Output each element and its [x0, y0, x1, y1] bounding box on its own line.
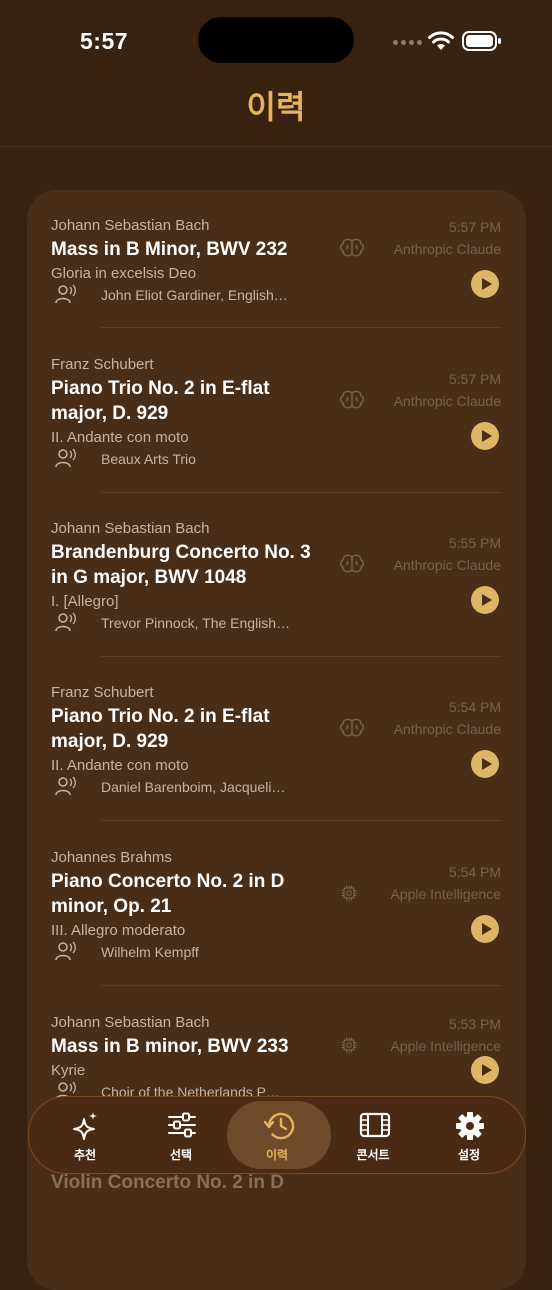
tab-label: 이력 [265, 1148, 289, 1162]
ai-model-label: Anthropic Claude [393, 241, 501, 257]
status-bar: 5:57 [0, 0, 552, 80]
work-title: Brandenburg Concerto No. 3 in G major, B… [51, 542, 311, 588]
play-button[interactable] [471, 270, 499, 298]
performer-icon [55, 448, 76, 468]
composer-name: Johann Sebastian Bach [51, 1014, 210, 1031]
movement-name: Gloria in excelsis Deo [51, 265, 197, 282]
work-title: Piano Trio No. 2 in E-flat major, D. 929 [51, 378, 270, 424]
gear-icon [456, 1112, 484, 1140]
sparkles-icon [73, 1112, 97, 1140]
performer-icon [55, 776, 76, 796]
play-button[interactable] [471, 422, 499, 450]
ai-model-label: Apple Intelligence [390, 1038, 501, 1054]
page-header: 이력 [0, 80, 552, 147]
ai-model-label: Apple Intelligence [390, 886, 501, 902]
cellular-signal-icon [393, 40, 422, 48]
divider [100, 656, 502, 657]
battery-icon [462, 31, 501, 51]
work-title: Piano Trio No. 2 in E-flat major, D. 929 [51, 706, 270, 752]
tab-label: 설정 [457, 1148, 481, 1162]
history-icon [263, 1112, 295, 1140]
tab-label: 콘서트 [356, 1148, 390, 1162]
brain-icon [340, 554, 364, 573]
brain-icon [340, 718, 364, 737]
work-title: Violin Concerto No. 2 in D [51, 1172, 284, 1193]
ai-model-label: Anthropic Claude [393, 557, 501, 573]
performer-name: Daniel Barenboim, Jacqueli… [101, 779, 286, 795]
play-button[interactable] [471, 586, 499, 614]
played-time: 5:54 PM [448, 699, 501, 715]
movement-name: II. Andante con moto [51, 757, 189, 774]
movement-name: III. Allegro moderato [51, 922, 186, 939]
tab-history[interactable]: 이력 [227, 1097, 331, 1173]
performer-icon [55, 284, 76, 304]
ai-model-label: Anthropic Claude [393, 393, 501, 409]
composer-name: Franz Schubert [51, 356, 154, 373]
tab-concert[interactable]: 콘서트 [325, 1097, 421, 1173]
divider [100, 327, 502, 328]
divider [100, 492, 502, 493]
brain-icon [340, 238, 364, 257]
performer-icon [55, 941, 76, 961]
tab-recommend[interactable]: 추천 [37, 1097, 133, 1173]
work-title: Piano Concerto No. 2 in D minor, Op. 21 [51, 871, 285, 917]
sliders-icon [168, 1112, 196, 1138]
played-time: 5:55 PM [448, 535, 501, 551]
wifi-icon [428, 31, 454, 50]
movement-name: I. [Allegro] [51, 593, 119, 610]
played-time: 5:53 PM [448, 1016, 501, 1032]
tab-bar: 추천 선택 이력 콘서트 설정 [28, 1096, 526, 1174]
tab-label: 선택 [169, 1148, 193, 1162]
tab-label: 추천 [73, 1148, 97, 1162]
composer-name: Johann Sebastian Bach [51, 217, 210, 234]
composer-name: Franz Schubert [51, 684, 154, 701]
performer-name: Beaux Arts Trio [101, 451, 196, 467]
performer-icon [55, 612, 76, 632]
ai-model-label: Anthropic Claude [393, 721, 501, 737]
played-time: 5:54 PM [448, 864, 501, 880]
play-button[interactable] [471, 750, 499, 778]
played-time: 5:57 PM [448, 371, 501, 387]
movement-name: Kyrie [51, 1062, 86, 1079]
film-icon [359, 1112, 391, 1138]
tab-settings[interactable]: 설정 [421, 1097, 517, 1173]
chip-icon [341, 885, 357, 901]
work-title: Mass in B minor, BWV 233 [51, 1036, 289, 1057]
divider [100, 820, 502, 821]
play-button[interactable] [471, 915, 499, 943]
page-title: 이력 [246, 89, 306, 125]
brain-icon [340, 390, 364, 409]
performer-name: Trevor Pinnock, The English… [101, 615, 291, 631]
composer-name: Johann Sebastian Bach [51, 520, 210, 537]
chip-icon [341, 1037, 357, 1053]
dynamic-island [198, 17, 354, 63]
composer-name: Johannes Brahms [51, 849, 172, 866]
play-button[interactable] [471, 1056, 499, 1084]
movement-name: II. Andante con moto [51, 429, 189, 446]
performer-name: John Eliot Gardiner, English… [101, 287, 288, 303]
divider [100, 985, 502, 986]
work-title: Mass in B Minor, BWV 232 [51, 239, 288, 260]
tab-select[interactable]: 선택 [133, 1097, 229, 1173]
played-time: 5:57 PM [448, 219, 501, 235]
performer-name: Wilhelm Kempff [101, 944, 199, 960]
status-time: 5:57 [80, 28, 129, 54]
